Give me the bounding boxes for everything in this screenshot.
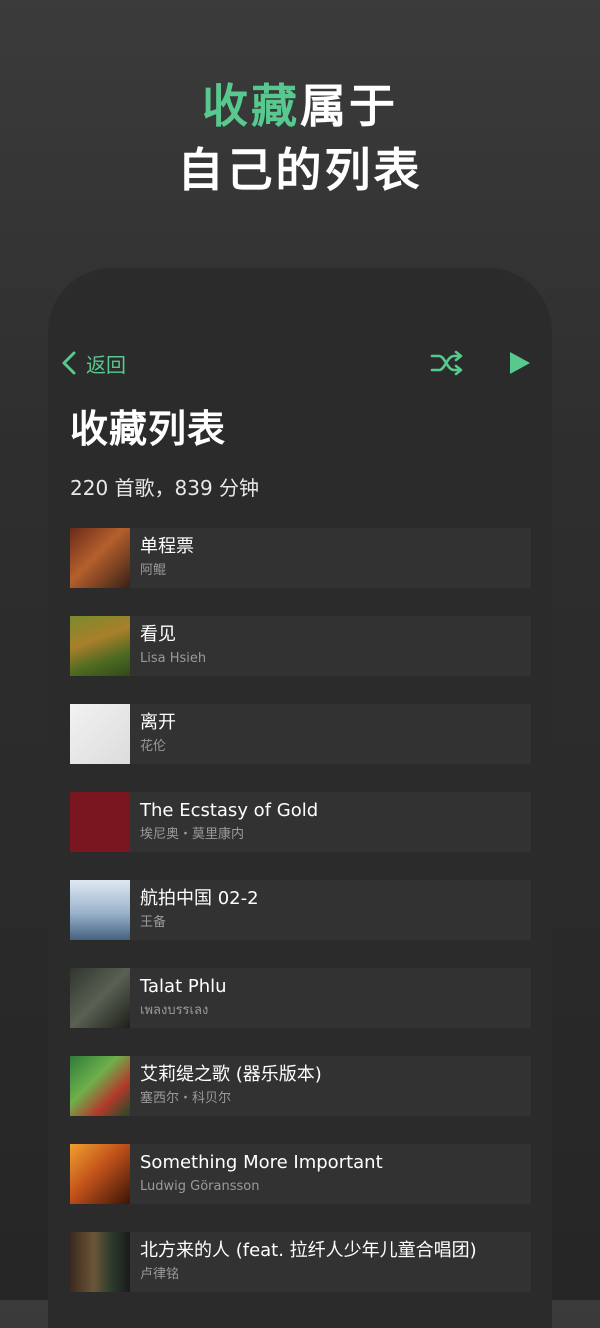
chevron-left-icon	[62, 351, 76, 375]
song-title: 北方来的人 (feat. 拉纤人少年儿童合唱团)	[140, 1240, 477, 1261]
album-cover	[70, 968, 130, 1028]
song-row[interactable]: 艾莉缇之歌 (器乐版本) 塞西尔・科贝尔	[70, 1056, 531, 1116]
album-cover	[70, 528, 130, 588]
song-artist: Lisa Hsieh	[140, 651, 207, 666]
song-artist: 埃尼奥・莫里康内	[140, 827, 245, 842]
album-cover	[70, 616, 130, 676]
play-icon[interactable]	[506, 350, 532, 376]
song-title: 单程票	[140, 536, 194, 557]
song-title: 看见	[140, 624, 176, 645]
back-label: 返回	[86, 352, 126, 377]
song-row[interactable]: 航拍中国 02-2 王备	[70, 880, 531, 940]
song-row[interactable]: 北方来的人 (feat. 拉纤人少年儿童合唱团) 卢律铭	[70, 1232, 531, 1292]
song-title: 航拍中国 02-2	[140, 888, 259, 909]
hero-headline-line2: 自己的列表	[177, 143, 423, 197]
song-artist: 卢律铭	[140, 1267, 180, 1282]
song-title: 离开	[140, 712, 176, 733]
song-title: Something More Important	[140, 1152, 383, 1173]
song-row[interactable]: 离开 花伦	[70, 704, 531, 764]
playlist-title: 收藏列表	[70, 407, 227, 451]
song-row[interactable]: Talat Phlu เพลงบรรเลง	[70, 968, 531, 1028]
song-artist: 王备	[140, 915, 167, 930]
shuffle-icon[interactable]	[430, 348, 464, 378]
song-artist: Ludwig Göransson	[140, 1179, 260, 1194]
song-row[interactable]: Something More Important Ludwig Göransson	[70, 1144, 531, 1204]
song-artist: เพลงบรรเลง	[140, 1003, 209, 1018]
song-artist: 塞西尔・科贝尔	[140, 1091, 232, 1106]
album-cover	[70, 1232, 130, 1292]
album-cover	[70, 792, 130, 852]
song-title: The Ecstasy of Gold	[140, 800, 319, 821]
hero-headline-line1: 收藏属于	[0, 70, 600, 136]
song-row[interactable]: The Ecstasy of Gold 埃尼奥・莫里康内	[70, 792, 531, 852]
hero-banner: 收藏属于 自己的列表	[0, 0, 600, 260]
album-cover	[70, 880, 130, 940]
song-title: 艾莉缇之歌 (器乐版本)	[140, 1064, 322, 1085]
song-row[interactable]: 单程票 阿鲲	[70, 528, 531, 588]
album-cover	[70, 1056, 130, 1116]
song-artist: 花伦	[140, 739, 167, 754]
album-cover	[70, 704, 130, 764]
album-cover	[70, 1144, 130, 1204]
song-title: Talat Phlu	[140, 976, 227, 997]
back-button[interactable]: 返回	[60, 346, 126, 380]
hero-accent-text: 收藏	[202, 79, 300, 133]
song-row[interactable]: 看见 Lisa Hsieh	[70, 616, 531, 676]
playlist-meta: 220 首歌，839 分钟	[70, 476, 260, 500]
hero-rest-text: 属于	[300, 79, 398, 133]
phone-screen: 返回 收藏列表 220 首歌，839 分钟 单程票阿鲲 看见 Lisa Hsieh…	[48, 268, 552, 1328]
navigation-bar: 返回	[48, 346, 552, 380]
song-artist: 阿鲲	[140, 563, 167, 578]
